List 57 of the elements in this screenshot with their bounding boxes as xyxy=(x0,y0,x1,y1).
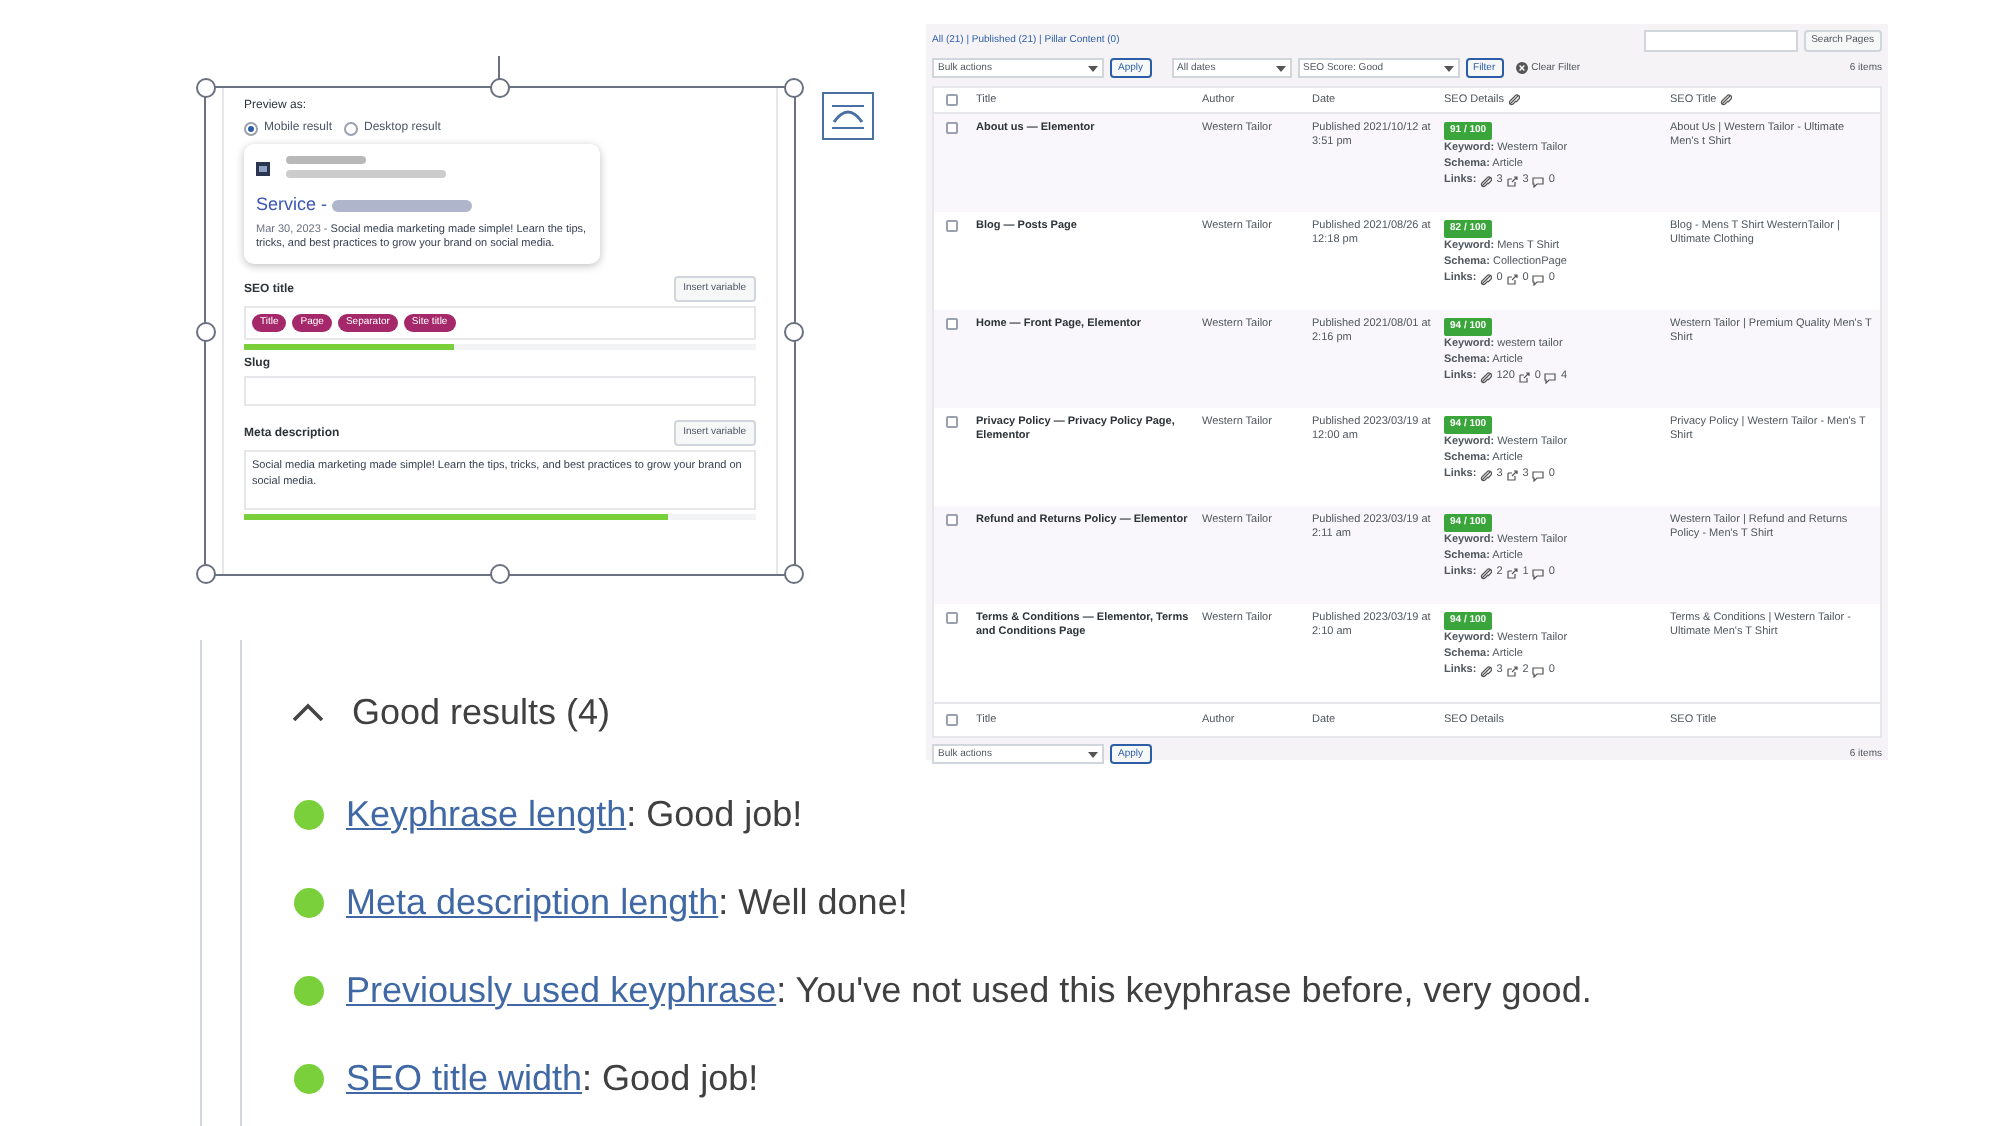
resize-handle[interactable] xyxy=(784,564,804,584)
comment-icon xyxy=(1532,469,1545,481)
result-link[interactable]: Keyphrase length xyxy=(346,794,627,834)
comment-icon xyxy=(1532,567,1545,579)
caret-icon xyxy=(1088,65,1098,71)
caret-icon xyxy=(1443,65,1454,71)
section-title: Good results (4) xyxy=(352,689,611,736)
result-link[interactable]: Meta description length xyxy=(346,882,719,922)
result-link[interactable]: Previously used keyphrase xyxy=(346,970,777,1010)
resize-handle[interactable] xyxy=(196,321,216,341)
link-icon xyxy=(1480,665,1493,677)
resize-handle[interactable] xyxy=(196,564,216,584)
row-checkbox[interactable] xyxy=(946,220,958,232)
link-icon xyxy=(1480,273,1493,285)
blurred-text-drawing xyxy=(332,197,473,213)
comment-icon xyxy=(1532,665,1545,677)
resize-handle[interactable] xyxy=(490,78,510,98)
resize-handle[interactable] xyxy=(784,321,804,341)
link-icon xyxy=(1480,371,1493,383)
resize-handle[interactable] xyxy=(784,78,804,98)
external-link-icon xyxy=(1506,175,1519,187)
external-link-icon xyxy=(1506,469,1519,481)
result-text: SEO title width: Good job! xyxy=(346,1056,759,1102)
result-text: Keyphrase length: Good job! xyxy=(346,792,803,838)
row-checkbox[interactable] xyxy=(946,122,958,134)
comment-icon xyxy=(1532,175,1545,187)
result-text: Previously used keyphrase: You've not used this keyphrase before, very good. xyxy=(346,968,1592,1014)
result-link[interactable]: SEO title width xyxy=(346,1058,583,1098)
link-icon xyxy=(1507,94,1520,106)
resize-handle[interactable] xyxy=(196,78,216,98)
link-icon xyxy=(1480,175,1493,187)
search-field[interactable] xyxy=(1643,30,1798,52)
row-checkbox[interactable] xyxy=(946,714,958,726)
link-icon xyxy=(1720,94,1733,106)
caret-icon xyxy=(1088,751,1098,757)
row-checkbox[interactable] xyxy=(946,612,958,624)
external-link-icon xyxy=(1506,567,1519,579)
link-icon xyxy=(1480,469,1493,481)
caret-icon xyxy=(1275,65,1286,71)
external-link-icon xyxy=(1506,665,1519,677)
resize-handle[interactable] xyxy=(490,564,510,584)
external-link-icon xyxy=(1518,371,1531,383)
site-favicon-icon xyxy=(256,162,270,176)
clear-icon xyxy=(1515,62,1528,74)
slug-field[interactable] xyxy=(244,376,756,406)
comment-icon xyxy=(1544,371,1557,383)
result-title[interactable]: Service - xyxy=(256,194,333,216)
row-checkbox[interactable] xyxy=(946,318,958,330)
result-text: Meta description length: Well done! xyxy=(346,880,908,926)
row-checkbox[interactable] xyxy=(946,94,958,106)
link-icon xyxy=(1480,567,1493,579)
external-link-icon xyxy=(1506,273,1519,285)
row-checkbox[interactable] xyxy=(946,514,958,526)
row-checkbox[interactable] xyxy=(946,416,958,428)
layout-options-icon[interactable] xyxy=(822,92,874,140)
comment-icon xyxy=(1532,273,1545,285)
results-toggle[interactable]: Good results (4) xyxy=(292,684,611,740)
